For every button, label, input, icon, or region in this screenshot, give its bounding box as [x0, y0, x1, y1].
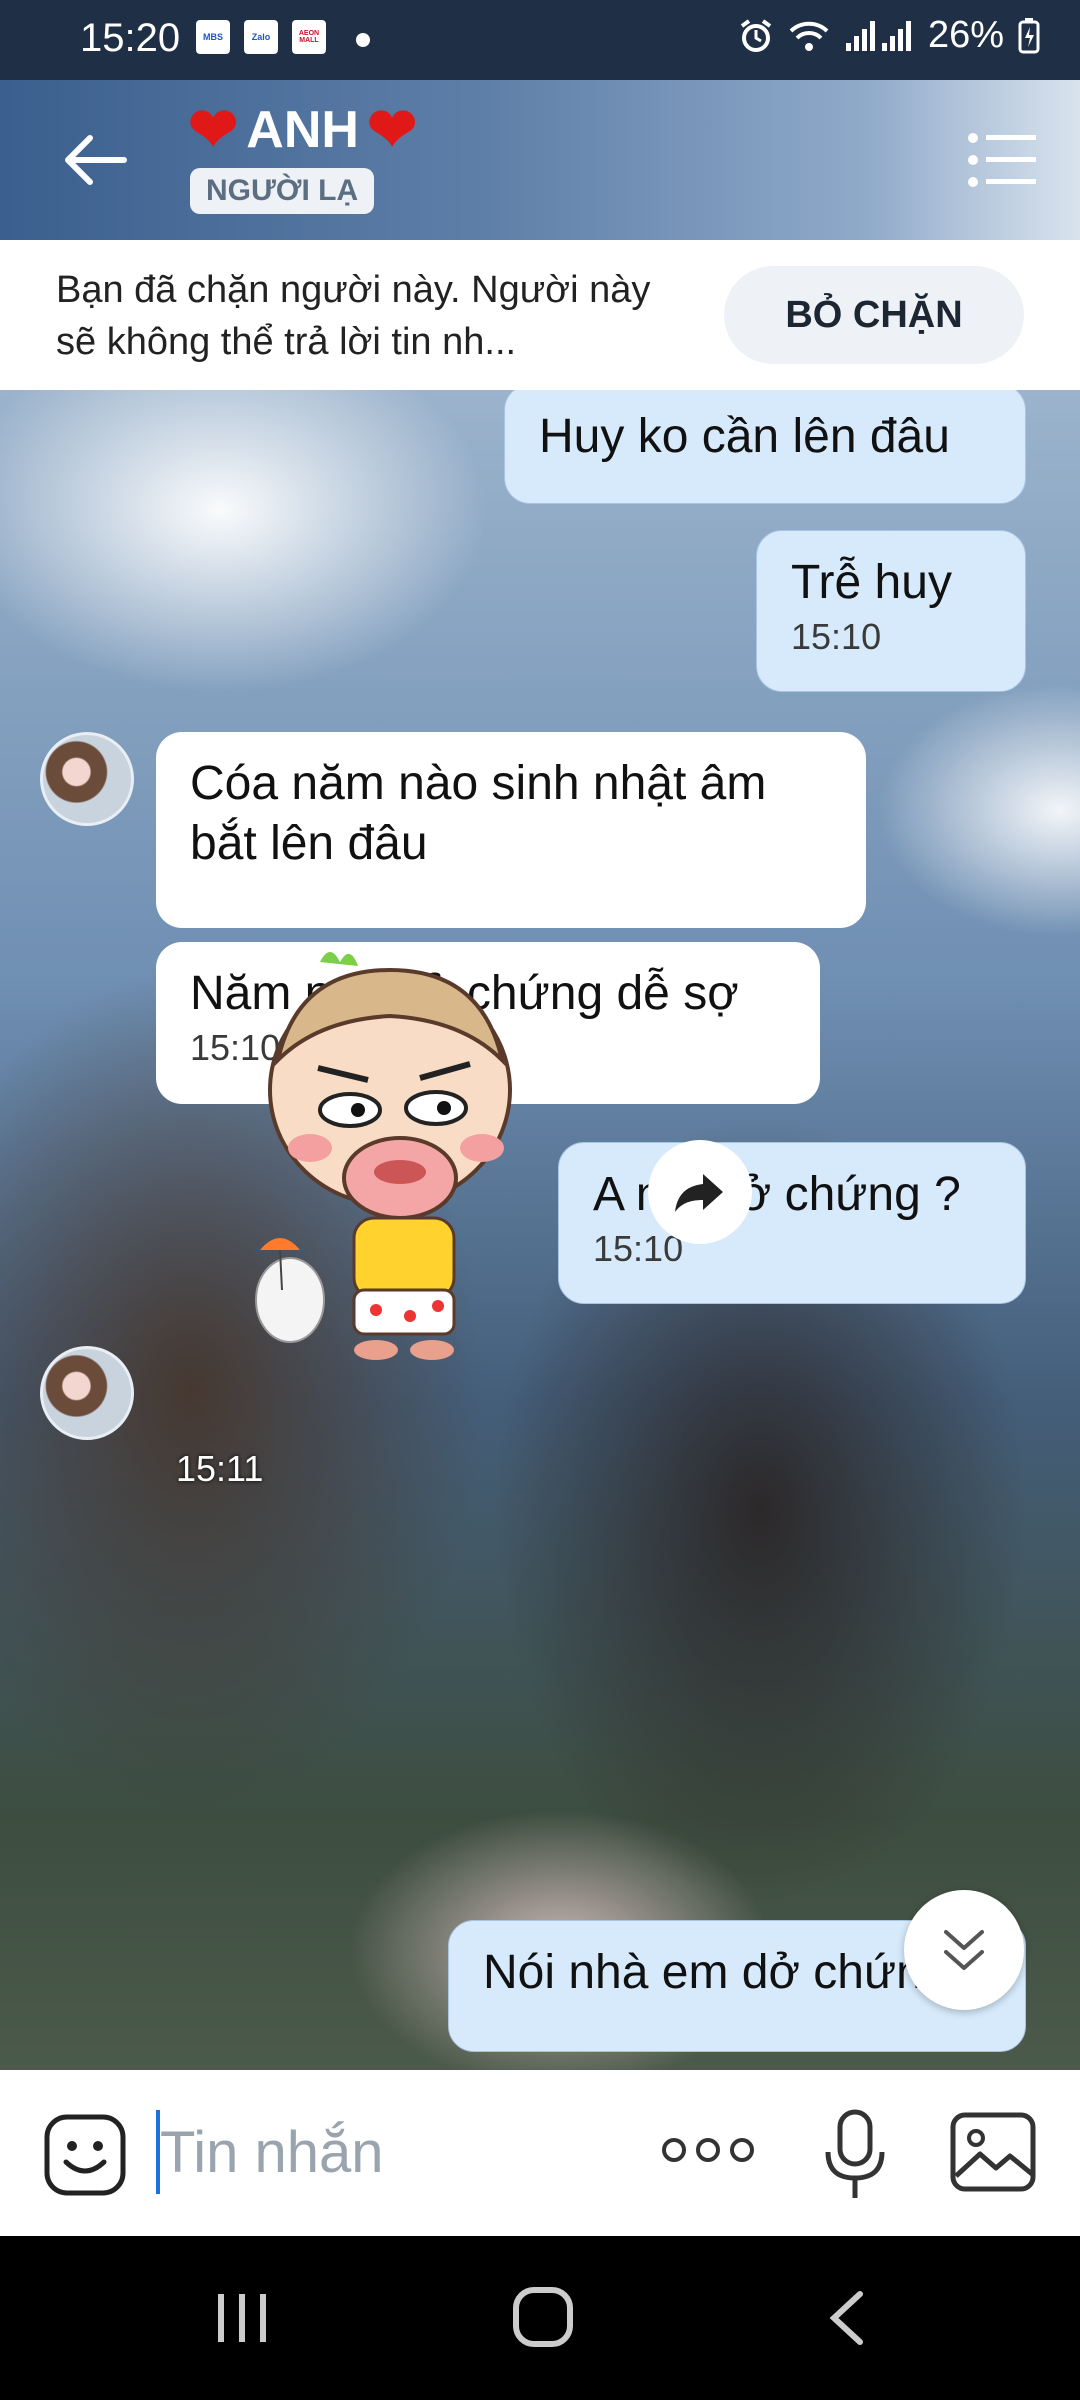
forward-icon — [675, 1174, 723, 1212]
message-bubble-in[interactable]: Cóa năm nào sinh nhật âm bắt lên đâu — [156, 732, 866, 928]
heart-icon: ❤ — [366, 96, 418, 163]
notification-dot-icon — [356, 33, 370, 47]
status-bar: 15:20 MBS Zalo AEON MALL 26% — [0, 0, 1080, 80]
contact-name: ANH — [246, 101, 359, 159]
signal-icon — [845, 20, 911, 51]
message-input-bar — [0, 2070, 1080, 2236]
message-bubble-out[interactable]: Huy ko cần lên đâu — [504, 390, 1026, 504]
home-icon[interactable] — [512, 2286, 574, 2348]
message-bubble-out[interactable]: A nói dở chứng ? 15:10 — [558, 1142, 1026, 1304]
battery-charging-icon — [1018, 17, 1040, 53]
sticker-angry-kid[interactable] — [250, 950, 550, 1370]
message-input[interactable] — [160, 2104, 630, 2200]
microphone-icon[interactable] — [820, 2108, 890, 2202]
more-options-icon[interactable] — [660, 2130, 756, 2170]
back-arrow-icon[interactable] — [60, 130, 130, 190]
message-time: 15:10 — [593, 1228, 684, 1269]
scroll-to-bottom-button[interactable] — [904, 1890, 1024, 2010]
heart-icon: ❤ — [188, 96, 239, 163]
stranger-badge: NGƯỜI LẠ — [190, 168, 375, 214]
forward-button[interactable] — [648, 1140, 752, 1244]
zalo-app-icon: Zalo — [244, 20, 278, 54]
recent-apps-icon[interactable] — [214, 2290, 270, 2346]
mbs-app-icon: MBS — [196, 20, 230, 54]
system-nav-bar — [0, 2236, 1080, 2400]
double-chevron-down-icon — [944, 1930, 984, 1970]
wifi-icon — [789, 21, 829, 51]
contact-avatar[interactable] — [40, 732, 134, 826]
message-text: Huy ko cần lên đâu — [539, 410, 950, 463]
battery-percent: 26% — [927, 14, 1004, 56]
status-time: 15:20 — [80, 16, 181, 60]
block-notice-bar: Bạn đã chặn người này. Người này sẽ khôn… — [0, 240, 1080, 390]
chat-header: ❤ ANH ❤ NGƯỜI LẠ — [0, 80, 1080, 240]
contact-avatar[interactable] — [40, 1346, 134, 1440]
alarm-icon — [740, 18, 772, 52]
back-nav-icon[interactable] — [826, 2290, 866, 2346]
emoji-sticker-icon[interactable] — [44, 2114, 126, 2196]
block-notice-text: Bạn đã chặn người này. Người này sẽ khôn… — [56, 269, 651, 363]
message-time: 15:11 — [176, 1448, 264, 1489]
unblock-button[interactable]: BỎ CHẶN — [724, 266, 1024, 364]
message-text: Trễ huy — [791, 556, 952, 609]
contact-title[interactable]: ❤ ANH ❤ — [188, 100, 417, 160]
message-bubble-out[interactable]: Trễ huy 15:10 — [756, 530, 1026, 692]
status-right: 26% — [738, 14, 1040, 57]
message-text: Nói nhà em dở chứng — [483, 1946, 950, 1999]
message-time: 15:10 — [791, 616, 882, 657]
menu-icon[interactable] — [968, 132, 1038, 188]
aeon-mall-app-icon: AEON MALL — [292, 20, 326, 54]
chat-area[interactable]: Huy ko cần lên đâu Trễ huy 15:10 Cóa năm… — [0, 390, 1080, 2070]
message-text: Cóa năm nào sinh nhật âm bắt lên đâu — [190, 757, 767, 870]
image-gallery-icon[interactable] — [950, 2112, 1036, 2192]
